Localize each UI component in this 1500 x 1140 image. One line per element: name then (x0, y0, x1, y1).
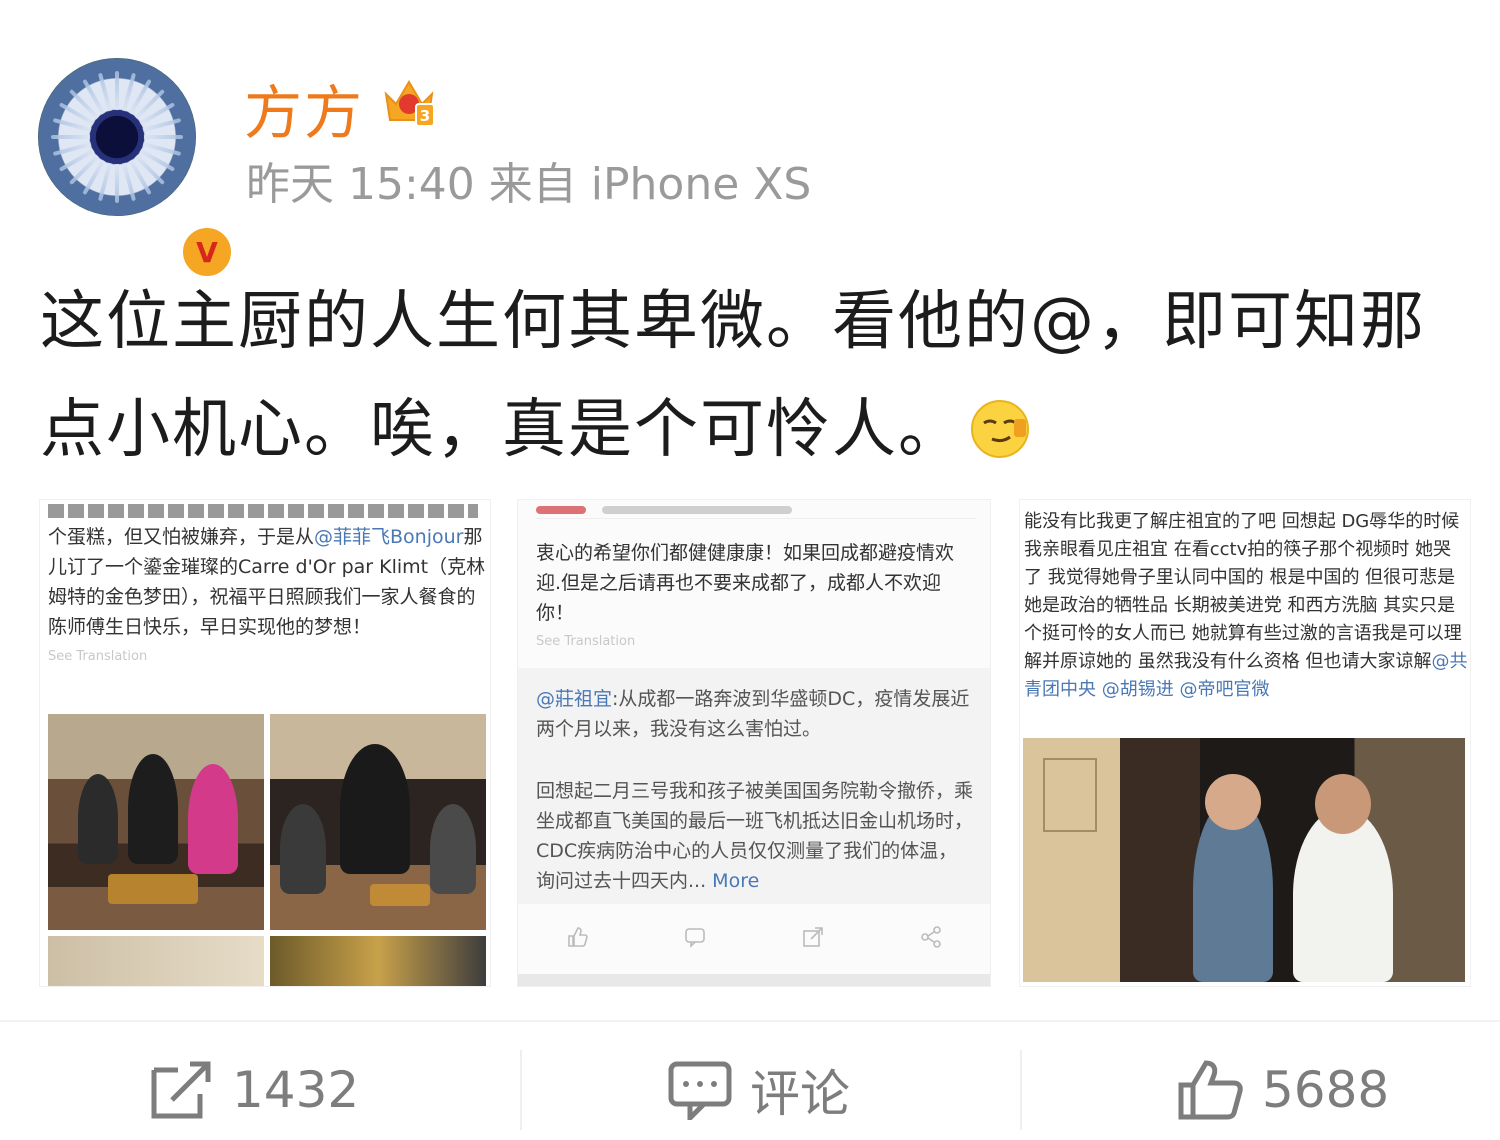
s1-text-a: 个蛋糕，但又怕被嫌弃，于是从 (48, 526, 315, 548)
s2-header (536, 504, 976, 519)
avatar-flower-center (90, 110, 144, 164)
s3-post-text: 能没有比我更了解庄祖宜的了吧 回想起 DG辱华的时候 我亲眼看见庄祖宜 在看cc… (1024, 508, 1468, 704)
crown-member-icon[interactable]: 3 (380, 74, 438, 130)
embedded-screenshot-3[interactable]: 能没有比我更了解庄祖宜的了吧 回想起 DG辱华的时候 我亲眼看见庄祖宜 在看cc… (1020, 500, 1470, 986)
post-text-line-2-content: 点小机心。唉，真是个可怜人。 (40, 393, 964, 467)
s1-photo-klimt[interactable] (270, 936, 486, 986)
s2-share-icon[interactable] (920, 926, 942, 954)
s3-text-body: 能没有比我更了解庄祖宜的了吧 回想起 DG辱华的时候 我亲眼看见庄祖宜 在看cc… (1024, 511, 1462, 672)
smirk-face-icon (971, 400, 1029, 458)
verified-mark: V (196, 235, 218, 269)
action-divider-2 (1020, 1050, 1022, 1130)
comment-button[interactable]: 评论 (668, 1055, 850, 1125)
avatar[interactable]: V (38, 58, 235, 280)
s2-time-blur (602, 506, 792, 514)
action-divider-1 (520, 1050, 522, 1130)
avatar-image (38, 58, 196, 216)
s2-action-bar (518, 914, 990, 966)
like-button[interactable]: 5688 (1178, 1055, 1389, 1125)
s2-avatar-blur (536, 506, 586, 514)
s2-quote-text-2: 回想起二月三号我和孩子被美国国务院勒令撤侨，乘坐成都直飞美国的最后一班飞机抵达旧… (536, 776, 976, 896)
cropped-text-line (48, 504, 478, 518)
s2-quote-text-1: @莊祖宜:从成都一路奔波到华盛顿DC，疫情发展近两个月以来，我没有这么害怕过。 (536, 684, 976, 744)
repost-icon (151, 1061, 211, 1119)
s1-mention-link[interactable]: @菲菲飞Bonjour (314, 526, 463, 548)
repost-count: 1432 (232, 1061, 360, 1119)
s1-post-text: 个蛋糕，但又怕被嫌弃，于是从@菲菲飞Bonjour那儿订了一个鎏金璀璨的Carr… (48, 522, 488, 672)
s3-photo-chef[interactable] (1023, 738, 1465, 982)
s2-post-text: 衷心的希望你们都健健康康！如果回成都避疫情欢迎.但是之后请再也不要来成都了，成都… (536, 542, 955, 624)
thumbs-up-icon (1178, 1060, 1243, 1120)
weibo-post: V 方方 3 昨天 15:40 来自 iPhone XS 这位主厨的人生何其卑微… (0, 0, 1500, 1140)
member-level: 3 (420, 107, 430, 125)
s2-divider (518, 974, 990, 986)
post-text-line-1: 这位主厨的人生何其卑微。看他的@，即可知那 (40, 285, 1426, 359)
action-bar-divider (0, 1020, 1500, 1022)
s2-comment-icon[interactable] (684, 926, 706, 954)
s1-photo-birthday-2[interactable] (270, 714, 486, 930)
post-text: 这位主厨的人生何其卑微。看他的@，即可知那 点小机心。唉，真是个可怜人。 (40, 268, 1460, 484)
s2-more-link[interactable]: More (712, 870, 759, 892)
comment-icon (668, 1061, 732, 1120)
author-name[interactable]: 方方 (244, 66, 364, 150)
s2-repost-icon[interactable] (802, 926, 824, 954)
post-text-line-2: 点小机心。唉，真是个可怜人。 (40, 376, 1460, 484)
s2-see-translation[interactable]: See Translation (536, 634, 635, 649)
s2-like-icon[interactable] (566, 926, 588, 954)
s1-see-translation[interactable]: See Translation (48, 642, 488, 672)
embedded-screenshot-2[interactable]: 衷心的希望你们都健健康康！如果回成都避疫情欢迎.但是之后请再也不要来成都了，成都… (518, 500, 990, 986)
post-meta: 昨天 15:40 来自 iPhone XS (246, 159, 812, 210)
like-count: 5688 (1262, 1061, 1390, 1119)
repost-button[interactable]: 1432 (150, 1055, 359, 1125)
s2-quote-mention[interactable]: @莊祖宜 (536, 688, 612, 710)
embedded-screenshot-1[interactable]: 个蛋糕，但又怕被嫌弃，于是从@菲菲飞Bonjour那儿订了一个鎏金璀璨的Carr… (40, 500, 490, 986)
comment-label: 评论 (750, 1065, 850, 1123)
s1-photo-birthday-1[interactable] (48, 714, 264, 930)
s1-photo-3[interactable] (48, 936, 264, 986)
